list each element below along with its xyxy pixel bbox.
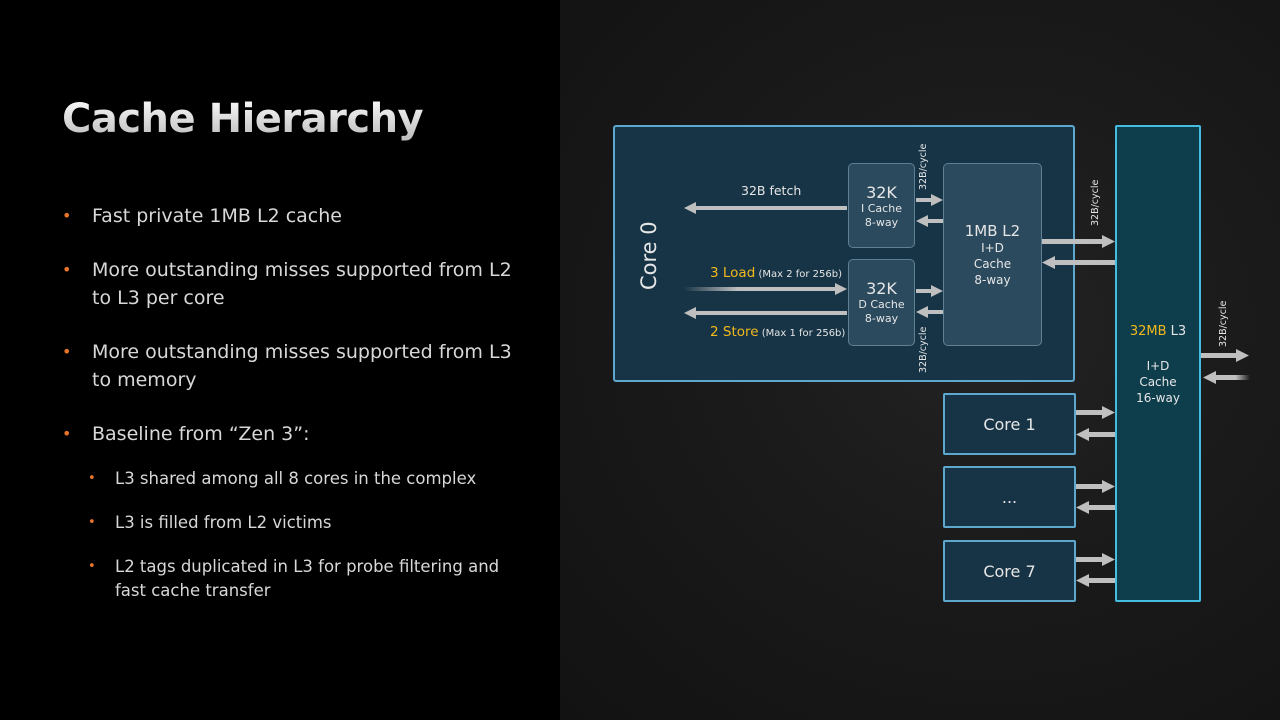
arrows-layer: [684, 194, 1250, 587]
ellipsis-l3-arrows: [1076, 480, 1115, 514]
icache-l2-arrows: [916, 194, 943, 227]
load-arrow: [684, 283, 847, 295]
l2-l3-arrows: [1042, 235, 1115, 269]
core7-l3-arrows: [1076, 553, 1115, 587]
dcache-l2-arrows: [916, 285, 943, 318]
store-arrow: [684, 307, 847, 319]
core1-l3-arrows: [1076, 406, 1115, 441]
fetch-arrow: [684, 202, 847, 214]
l3-memory-arrows: [1201, 349, 1250, 384]
